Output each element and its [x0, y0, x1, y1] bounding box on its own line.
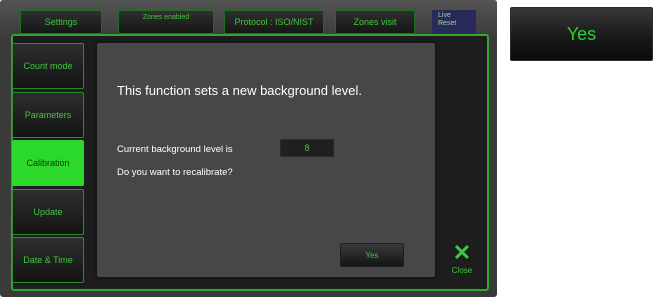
- sidebar-item-update[interactable]: Update: [12, 189, 84, 235]
- recalibrate-question: Do you want to recalibrate?: [117, 167, 233, 178]
- sidebar-item-parameters[interactable]: Parameters: [12, 92, 84, 138]
- tab-label: Live Reset: [438, 12, 457, 27]
- tab-label: Zones enabled: [142, 14, 190, 21]
- sidebar-item-calibration[interactable]: Calibration: [12, 140, 84, 186]
- tab-settings[interactable]: Settings: [20, 10, 102, 34]
- close-button[interactable]: ✕ Close: [440, 232, 484, 284]
- device-screen: Settings Zones enabled Protocol : ISO/NI…: [0, 0, 497, 297]
- sidebar-item-label: Calibration: [26, 158, 70, 168]
- background-level-number: 8: [304, 143, 310, 153]
- background-level-label: Current background level is: [117, 144, 233, 155]
- close-x-icon: ✕: [452, 239, 472, 265]
- tab-zones-visit[interactable]: Zones visit: [335, 10, 415, 34]
- dialog-title: This function sets a new background leve…: [117, 83, 362, 98]
- yes-button[interactable]: Yes: [340, 243, 404, 267]
- top-bar: Settings Zones enabled Protocol : ISO/NI…: [0, 0, 497, 36]
- yes-button-zoomed-label: Yes: [566, 23, 597, 44]
- sidebar-item-label: Date & Time: [23, 255, 73, 265]
- yes-button-label: Yes: [365, 250, 379, 260]
- sidebar-item-label: Count mode: [23, 61, 73, 71]
- close-label: Close: [451, 265, 473, 275]
- tab-label: Protocol : ISO/NIST: [234, 17, 314, 27]
- tab-live-reset[interactable]: Live Reset: [432, 10, 476, 34]
- calibration-dialog: This function sets a new background leve…: [97, 43, 435, 277]
- sidebar-item-label: Parameters: [24, 110, 72, 120]
- tab-zones-enabled[interactable]: Zones enabled: [118, 10, 214, 34]
- sidebar-item-label: Update: [33, 207, 63, 217]
- tab-label: Settings: [44, 17, 78, 27]
- background-level-value: 8: [280, 139, 334, 157]
- tab-protocol[interactable]: Protocol : ISO/NIST: [224, 10, 324, 34]
- sidebar-item-count-mode[interactable]: Count mode: [12, 43, 84, 89]
- sidebar-item-date-time[interactable]: Date & Time: [12, 237, 84, 283]
- yes-button-zoomed[interactable]: Yes: [510, 7, 653, 61]
- tab-label: Zones visit: [353, 17, 397, 27]
